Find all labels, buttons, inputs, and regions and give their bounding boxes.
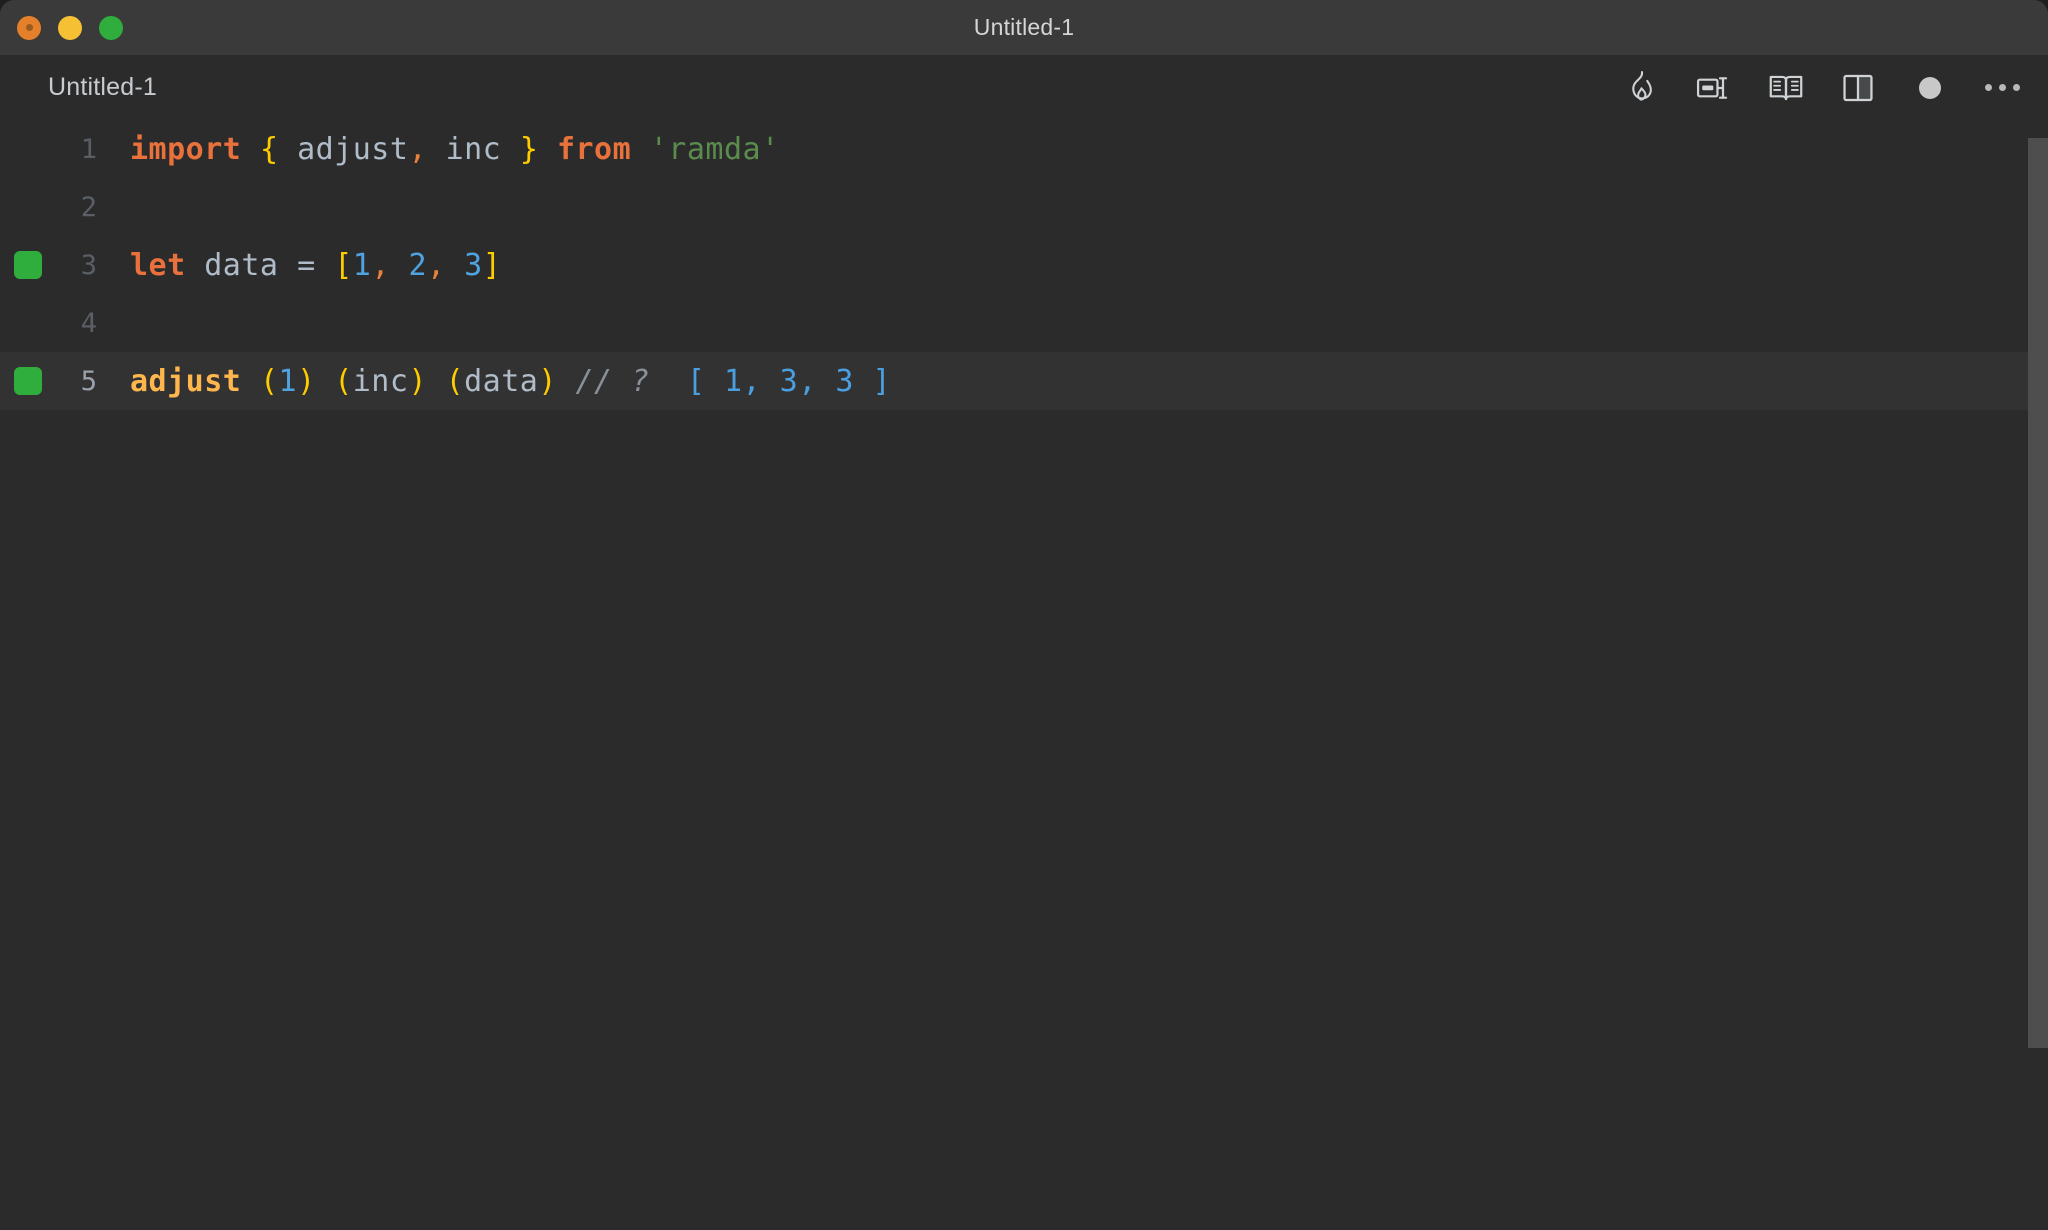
scrollbar-thumb[interactable] <box>2028 138 2048 1048</box>
code-text-line-1: import { adjust, inc } from 'ramda' <box>130 132 780 167</box>
token-brace: ( <box>259 363 279 399</box>
token-quokka: [ 1, 3, 3 ] <box>686 363 892 399</box>
token-num: 1 <box>278 363 298 399</box>
more-actions-dots <box>1984 84 2020 91</box>
editor-window: Untitled-1 Untitled-1 1 import {adjust,… <box>0 0 2048 1230</box>
token-ident: = <box>297 247 316 283</box>
token-ident: data <box>204 247 279 283</box>
line-number-4: 4 <box>80 307 97 339</box>
line-number-1: 1 <box>80 133 97 165</box>
tab-untitled-1[interactable]: Untitled-1 <box>0 73 157 102</box>
token-kw: import <box>130 131 242 167</box>
open-book-icon[interactable] <box>1764 66 1808 110</box>
gutter-marker-line-3[interactable] <box>14 251 42 279</box>
unsaved-dot-icon[interactable] <box>1908 66 1952 110</box>
traffic-lights <box>17 0 123 55</box>
token-num: 1 <box>352 247 372 283</box>
split-editor-icon[interactable] <box>1836 66 1880 110</box>
unsaved-indicator <box>1919 76 1941 99</box>
code-lines-container: 1 import { adjust, inc } from 'ramda' 2 3 le… <box>0 120 2048 410</box>
token-brace: } <box>519 131 539 167</box>
editor-toolbar <box>1620 55 2024 120</box>
token-ident: adjust <box>297 131 409 167</box>
maximize-window-button[interactable] <box>99 15 123 40</box>
token-brace: ) <box>297 363 316 399</box>
token-kw: let <box>130 247 186 283</box>
token-func: adjust <box>130 363 242 399</box>
token-punc: , <box>427 247 446 283</box>
line-number-2: 2 <box>80 191 97 223</box>
token-brace: ) <box>538 363 557 399</box>
token-ident: inc <box>445 131 502 167</box>
token-punc: , <box>371 247 390 283</box>
token-brace: ] <box>482 247 502 283</box>
token-num: 3 <box>464 247 483 283</box>
token-ident: inc <box>352 363 409 399</box>
code-line-4[interactable]: 4 <box>0 294 2048 352</box>
editor-tab-bar: Untitled-1 <box>0 55 2048 120</box>
token-brace: [ <box>334 247 353 283</box>
token-comment: // ? <box>575 363 650 399</box>
code-line-3[interactable]: 3 let data = [1, 2, 3] <box>0 236 2048 294</box>
code-text-line-3: let data = [1, 2, 3] <box>130 248 501 283</box>
token-brace: ( <box>334 363 353 399</box>
code-line-5[interactable]: 5 adjust (1) (inc) (data) // ? [ 1, 3, 3 … <box>0 352 2048 410</box>
token-brace: ) <box>408 363 427 399</box>
dot-3 <box>2012 84 2020 91</box>
flame-icon[interactable] <box>1620 66 1664 110</box>
code-line-2[interactable]: 2 <box>0 178 2048 236</box>
token-punc: , <box>408 131 427 167</box>
dot-1 <box>1984 84 1992 91</box>
token-brace: { <box>259 131 279 167</box>
token-kw: from <box>556 131 632 167</box>
token-ident: data <box>464 363 539 399</box>
code-editor[interactable]: 1 import { adjust, inc } from 'ramda' 2 3 le… <box>0 120 2048 1230</box>
minimize-window-button[interactable] <box>58 15 82 40</box>
token-num: 2 <box>408 247 427 283</box>
ellipsis-icon[interactable] <box>1980 66 2024 110</box>
run-code-icon[interactable] <box>1692 66 1736 110</box>
gutter-marker-line-5[interactable] <box>14 367 42 395</box>
window-title: Untitled-1 <box>973 14 1075 40</box>
window-titlebar: Untitled-1 <box>0 0 2048 55</box>
close-window-button[interactable] <box>17 15 41 40</box>
token-str: 'ramda' <box>649 131 780 167</box>
token-brace: ( <box>445 363 465 399</box>
code-line-1[interactable]: 1 import { adjust, inc } from 'ramda' <box>0 120 2048 178</box>
dot-2 <box>1998 84 2006 91</box>
code-text-line-5: adjust (1) (inc) (data) // ? [ 1, 3, 3 ] <box>130 364 891 399</box>
editor-scrollbar[interactable] <box>2028 120 2048 1230</box>
